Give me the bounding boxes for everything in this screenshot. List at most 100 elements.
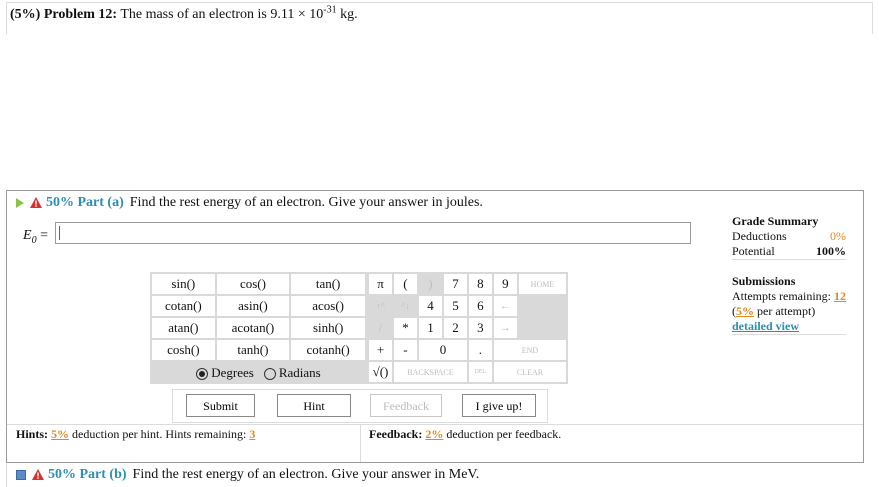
key-right-arrow[interactable]: → [493, 318, 517, 338]
hints-text: deduction per hint. Hints remaining: [72, 427, 247, 441]
warning-icon [32, 469, 44, 481]
key-7[interactable]: 7 [443, 274, 467, 294]
fn-cotan-button[interactable]: cotan() [152, 296, 215, 316]
feedback-text: deduction per feedback. [446, 427, 562, 441]
answer-equals: = [36, 228, 48, 243]
hints-info: Hints: 5% deduction per hint. Hints rema… [16, 427, 255, 442]
per-attempt-pct: 5% [736, 304, 754, 318]
degrees-label: Degrees [211, 365, 254, 380]
key-divide[interactable]: / [369, 318, 392, 338]
fn-atan-button[interactable]: atan() [152, 318, 215, 338]
problem-exponent: -31 [323, 4, 337, 16]
grade-summary-title: Grade Summary [732, 214, 819, 228]
radio-selected-icon[interactable] [196, 368, 209, 381]
text-cursor [59, 226, 60, 240]
degrees-option[interactable]: Degrees [196, 365, 254, 381]
key-8[interactable]: 8 [468, 274, 492, 294]
give-up-button[interactable]: I give up! [462, 394, 536, 417]
fn-acos-button[interactable]: acos() [291, 296, 365, 316]
number-table: π ( ) 7 8 9 HOME ↑^ ^↓ 4 5 6 ← / * 1 2 3… [367, 272, 568, 384]
key-clear[interactable]: CLEAR [493, 362, 566, 382]
radians-option[interactable]: Radians [263, 365, 321, 381]
part-b-question: Find the rest energy of an electron. Giv… [132, 467, 480, 482]
hints-pct: 5% [51, 427, 70, 441]
key-5[interactable]: 5 [443, 296, 467, 316]
fn-sin-button[interactable]: sin() [152, 274, 215, 294]
fn-cosh-button[interactable]: cosh() [152, 340, 215, 360]
part-a-label: 50% Part (a) [46, 195, 124, 210]
key-power[interactable]: ↑^ [369, 296, 392, 316]
attempts-label: Attempts remaining: [732, 289, 831, 303]
key-backspace[interactable]: BACKSPACE [393, 362, 467, 382]
warning-icon [30, 197, 42, 209]
submissions-title: Submissions [732, 274, 796, 288]
key-pi[interactable]: π [369, 274, 392, 294]
per-attempt-text: per attempt) [757, 304, 816, 318]
footer-divider [7, 424, 863, 425]
key-left-paren[interactable]: ( [393, 274, 417, 294]
submissions-info: Attempts remaining: 12 (5% per attempt) … [732, 289, 846, 335]
grade-sidebar: Grade Summary Deductions 0% Potential 10… [732, 214, 846, 335]
deductions-value: 0% [830, 229, 846, 243]
key-dot[interactable]: . [468, 340, 492, 360]
fn-asin-button[interactable]: asin() [216, 296, 290, 316]
key-multiply[interactable]: * [393, 318, 417, 338]
expand-arrow-icon[interactable] [16, 197, 24, 208]
radians-label: Radians [278, 365, 321, 380]
key-9[interactable]: 9 [493, 274, 517, 294]
key-sqrt[interactable]: √() [369, 362, 392, 382]
hints-remaining: 3 [249, 427, 256, 441]
fn-tan-button[interactable]: tan() [291, 274, 365, 294]
key-minus[interactable]: - [393, 340, 417, 360]
key-subscript[interactable]: ^↓ [393, 296, 417, 316]
key-3[interactable]: 3 [468, 318, 492, 338]
part-a-question: Find the rest energy of an electron. Giv… [129, 195, 483, 210]
expand-part-icon[interactable] [16, 469, 26, 480]
part-b-header: 50% Part (b) Find the rest energy of an e… [16, 467, 479, 483]
footer-vertical-divider [360, 424, 361, 462]
potential-row: Potential 100% [732, 244, 846, 260]
problem-text: The mass of an electron is 9.11 × 10 [120, 7, 324, 22]
key-right-paren[interactable]: ) [418, 274, 442, 294]
answer-variable: E [23, 228, 32, 243]
problem-unit: kg. [340, 7, 358, 22]
key-2[interactable]: 2 [443, 318, 467, 338]
key-4[interactable]: 4 [418, 296, 442, 316]
part-a-header: 50% Part (a) Find the rest energy of an e… [16, 195, 483, 211]
potential-label: Potential [732, 244, 775, 258]
number-pad: π ( ) 7 8 9 HOME ↑^ ^↓ 4 5 6 ← / * 1 2 3… [367, 272, 568, 384]
deductions-row: Deductions 0% [732, 229, 846, 244]
fn-acotan-button[interactable]: acotan() [216, 318, 290, 338]
attempts-value: 12 [833, 289, 846, 303]
part-b-label[interactable]: 50% Part (b) [48, 467, 127, 482]
function-table: sin() cos() tan() cotan() asin() acos() … [150, 272, 367, 362]
radio-unselected-icon[interactable] [263, 368, 276, 381]
key-home[interactable]: HOME [518, 274, 566, 294]
key-delete[interactable]: DEL [468, 362, 492, 382]
function-pad: sin() cos() tan() cotan() asin() acos() … [150, 272, 367, 384]
detailed-view-link[interactable]: detailed view [732, 319, 799, 333]
fn-sinh-button[interactable]: sinh() [291, 318, 365, 338]
submit-button[interactable]: Submit [186, 394, 255, 417]
answer-label: E0 = [23, 228, 48, 246]
angle-mode-group: Degrees Radians [150, 362, 367, 384]
feedback-label: Feedback: [369, 427, 423, 441]
potential-value: 100% [816, 244, 846, 258]
feedback-button[interactable]: Feedback [370, 394, 442, 417]
key-6[interactable]: 6 [468, 296, 492, 316]
hint-button[interactable]: Hint [277, 394, 351, 417]
key-0[interactable]: 0 [418, 340, 467, 360]
deductions-label: Deductions [732, 229, 787, 243]
fn-tanh-button[interactable]: tanh() [216, 340, 290, 360]
key-end[interactable]: END [493, 340, 566, 360]
fn-cotanh-button[interactable]: cotanh() [291, 340, 365, 360]
key-plus[interactable]: + [369, 340, 392, 360]
key-left-arrow[interactable]: ← [493, 296, 517, 316]
fn-cos-button[interactable]: cos() [216, 274, 290, 294]
feedback-info: Feedback: 2% deduction per feedback. [369, 427, 561, 442]
hints-label: Hints: [16, 427, 49, 441]
problem-statement: (5%) Problem 12: The mass of an electron… [10, 4, 358, 23]
problem-number: (5%) Problem 12: [10, 7, 118, 22]
answer-input[interactable] [55, 222, 691, 244]
key-1[interactable]: 1 [418, 318, 442, 338]
